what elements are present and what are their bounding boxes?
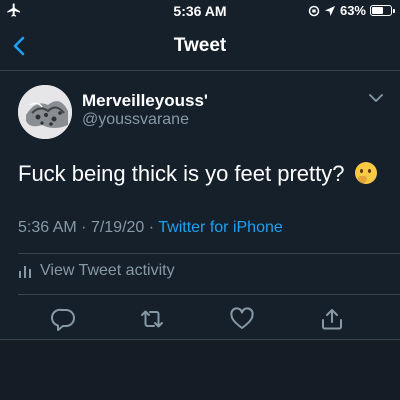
tweet-date: 7/19/20 (90, 219, 145, 236)
retweet-icon[interactable] (138, 305, 166, 333)
user-handle[interactable]: @youssvarane (82, 111, 189, 129)
meta-separator: · (81, 219, 87, 236)
analytics-icon (19, 266, 31, 278)
share-icon[interactable] (318, 305, 346, 333)
tweet-meta: 5:36 AM · 7/19/20 · Twitter for iPhone (18, 219, 283, 237)
action-bar (0, 305, 400, 337)
view-tweet-activity-button[interactable]: View Tweet activity (18, 262, 175, 280)
meta-separator: · (148, 219, 155, 236)
reply-area (0, 340, 400, 400)
thinking-face-icon (354, 162, 377, 184)
tweet-source-link[interactable]: Twitter for iPhone (158, 219, 283, 236)
display-name[interactable]: Merveilleyouss' (82, 91, 208, 111)
divider (18, 294, 400, 295)
status-bar: 5:36 AM 63% (0, 0, 400, 22)
tweet-text: Fuck being thick is yo feet pretty? (18, 161, 377, 187)
divider (18, 253, 400, 254)
orientation-lock-icon (308, 5, 320, 16)
tweet-text-body: Fuck being thick is yo feet pretty? (18, 161, 345, 186)
tweet-time: 5:36 AM (18, 219, 77, 236)
avatar[interactable] (18, 85, 72, 139)
page-title: Tweet (173, 35, 227, 56)
location-icon (324, 5, 335, 16)
heart-icon[interactable] (228, 305, 256, 333)
battery-icon (370, 5, 395, 16)
status-right: 63% (308, 3, 395, 18)
chevron-down-icon[interactable] (368, 92, 384, 104)
battery-percent: 63% (339, 3, 366, 18)
reply-icon[interactable] (50, 305, 78, 333)
nav-bar: Tweet (0, 22, 400, 71)
view-tweet-activity-label: View Tweet activity (40, 262, 175, 279)
